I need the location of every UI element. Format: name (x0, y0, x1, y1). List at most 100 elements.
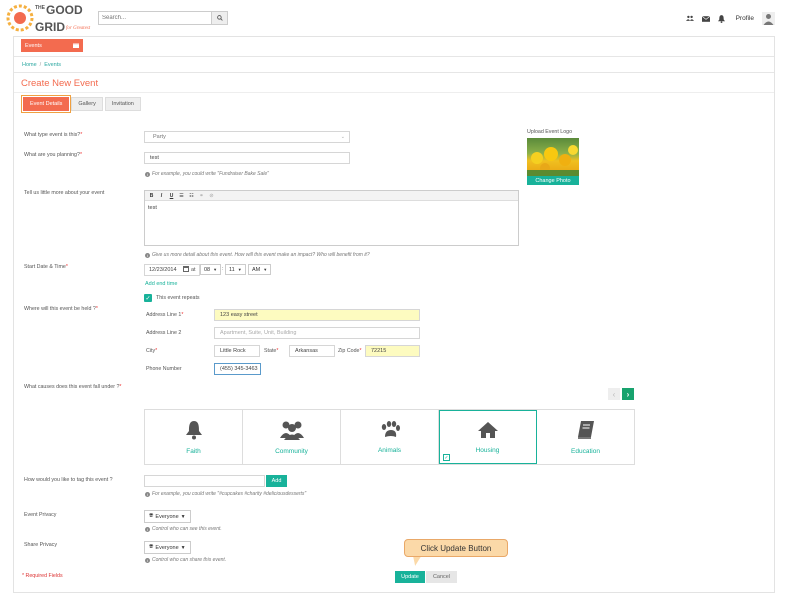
event-privacy-value: Everyone (155, 513, 179, 520)
info-icon: i (145, 557, 150, 563)
mail-icon[interactable] (701, 15, 710, 23)
causes-label: What causes does this event fall under ?… (24, 384, 122, 390)
minute-select[interactable]: 11 ▼ (225, 264, 246, 275)
upload-logo-label: Upload Event Logo (527, 129, 573, 135)
event-tabs: Event Details Gallery Invitation (20, 95, 141, 113)
link-icon[interactable]: ⚭ (198, 193, 205, 199)
planning-hint: i For example, you could write "Fundraise… (145, 171, 269, 177)
event-privacy-select[interactable]: 🌐︎ Everyone ▼ (144, 510, 191, 523)
tag-add-button[interactable]: Add (266, 475, 287, 487)
hour-value: 08 (204, 266, 211, 273)
events-tab-label: Events (25, 42, 42, 49)
repeats-label: This event repeats (156, 295, 200, 301)
unlink-icon[interactable]: ⊘ (208, 193, 215, 199)
selected-check-icon: ✓ (443, 454, 450, 461)
info-icon: i (145, 252, 150, 258)
required-note: * Required Fields (22, 573, 63, 579)
info-icon: i (145, 491, 150, 497)
cause-name: Faith (186, 447, 201, 455)
events-tab[interactable]: Events (21, 39, 83, 52)
address2-input[interactable]: Apartment, Suite, Unit, Building (214, 327, 420, 339)
more-label: Tell us little more about your event (24, 190, 105, 196)
search-box (98, 11, 228, 25)
underline-button[interactable]: U (168, 193, 175, 199)
hour-select[interactable]: 08 ▼ (200, 264, 221, 275)
chevron-down-icon: ⌄ (340, 134, 345, 140)
state-label: State* (264, 348, 279, 354)
tab-event-details[interactable]: Event Details (20, 95, 72, 113)
at-label: at (191, 267, 196, 273)
zip-label: Zip Code* (338, 348, 362, 354)
info-icon: i (145, 171, 150, 177)
event-type-select[interactable]: Party ⌄ (144, 131, 350, 143)
cancel-button[interactable]: Cancel (426, 571, 457, 583)
bell-icon[interactable] (718, 14, 726, 23)
search-button[interactable] (211, 12, 227, 24)
header-icons: Profile (685, 12, 775, 25)
start-date-label: Start Date & Time* (24, 264, 68, 270)
numbered-list-icon[interactable]: ☷ (188, 193, 195, 199)
cause-education[interactable]: Education (537, 410, 634, 464)
search-input[interactable] (99, 12, 209, 24)
address1-input[interactable]: 123 easy street (214, 309, 420, 321)
editor-body[interactable]: test (145, 201, 518, 215)
cause-name: Housing (475, 446, 500, 454)
top-bar: THE GOOD GRID for Greatest Profile (0, 0, 785, 36)
more-hint: i Give us more detail about this event. H… (145, 252, 370, 258)
breadcrumb-events[interactable]: Events (44, 62, 61, 68)
breadcrumb: Home / Events (22, 62, 61, 68)
breadcrumb-home[interactable]: Home (22, 62, 37, 68)
planning-input[interactable]: test (144, 152, 350, 164)
tag-input[interactable] (144, 475, 265, 487)
chevron-down-icon: ▼ (180, 544, 186, 551)
event-logo-image (527, 138, 579, 176)
calendar-icon[interactable] (183, 266, 189, 274)
callout-pointer (411, 555, 421, 567)
update-button[interactable]: Update (395, 571, 425, 583)
users-icon[interactable] (685, 15, 694, 23)
cause-name: Education (571, 447, 600, 455)
add-end-time-link[interactable]: Add end time (145, 281, 177, 287)
causes-grid: Faith Community Animals Housing ✓ Educat… (144, 409, 635, 465)
causes-next-button[interactable]: › (622, 388, 634, 400)
state-input[interactable]: Arkansas (289, 345, 335, 357)
city-input[interactable]: Little Rock (214, 345, 260, 357)
tab-gallery[interactable]: Gallery (71, 97, 103, 111)
paw-icon (381, 420, 400, 437)
the-good-grid-logo[interactable]: THE GOOD GRID for Greatest (4, 2, 98, 34)
house-icon (477, 421, 498, 438)
cause-community[interactable]: Community (243, 410, 341, 464)
cause-animals[interactable]: Animals (341, 410, 439, 464)
italic-button[interactable]: I (158, 193, 165, 199)
ampm-select[interactable]: AM ▼ (248, 264, 271, 275)
instruction-callout: Click Update Button (404, 539, 508, 557)
event-type-label: What type event is this?* (24, 132, 83, 138)
description-editor[interactable]: B I U ☰ ☷ ⚭ ⊘ test (144, 190, 519, 246)
repeats-checkbox[interactable]: ✓ (144, 294, 152, 302)
divider (14, 56, 774, 57)
address1-label: Address Line 1* (146, 312, 184, 318)
share-privacy-label: Share Privacy (24, 542, 57, 548)
causes-prev-button[interactable]: ‹ (608, 388, 620, 400)
cause-faith[interactable]: Faith (145, 410, 243, 464)
zip-input[interactable]: 72215 (365, 345, 420, 357)
profile-link[interactable]: Profile (736, 15, 754, 22)
change-photo-button[interactable]: Change Photo (527, 176, 579, 185)
bold-button[interactable]: B (148, 193, 155, 199)
cause-housing[interactable]: Housing ✓ (439, 410, 537, 464)
globe-icon: 🌐︎ (149, 513, 154, 519)
tab-invitation[interactable]: Invitation (104, 97, 141, 111)
info-icon: i (145, 526, 150, 532)
phone-input[interactable]: (455) 345-3463 (214, 363, 261, 375)
svg-text:GOOD: GOOD (46, 3, 83, 17)
svg-text:for Greatest: for Greatest (66, 26, 91, 31)
address2-label: Address Line 2 (146, 330, 182, 336)
svg-text:THE: THE (35, 5, 46, 11)
page-title: Create New Event (21, 78, 99, 89)
bullet-list-icon[interactable]: ☰ (178, 193, 185, 199)
avatar-icon[interactable] (762, 12, 775, 25)
caret-down-icon: ▼ (213, 267, 218, 272)
share-privacy-select[interactable]: 🌐︎ Everyone ▼ (144, 541, 191, 554)
globe-icon: 🌐︎ (149, 544, 154, 550)
bell-icon (185, 420, 202, 439)
